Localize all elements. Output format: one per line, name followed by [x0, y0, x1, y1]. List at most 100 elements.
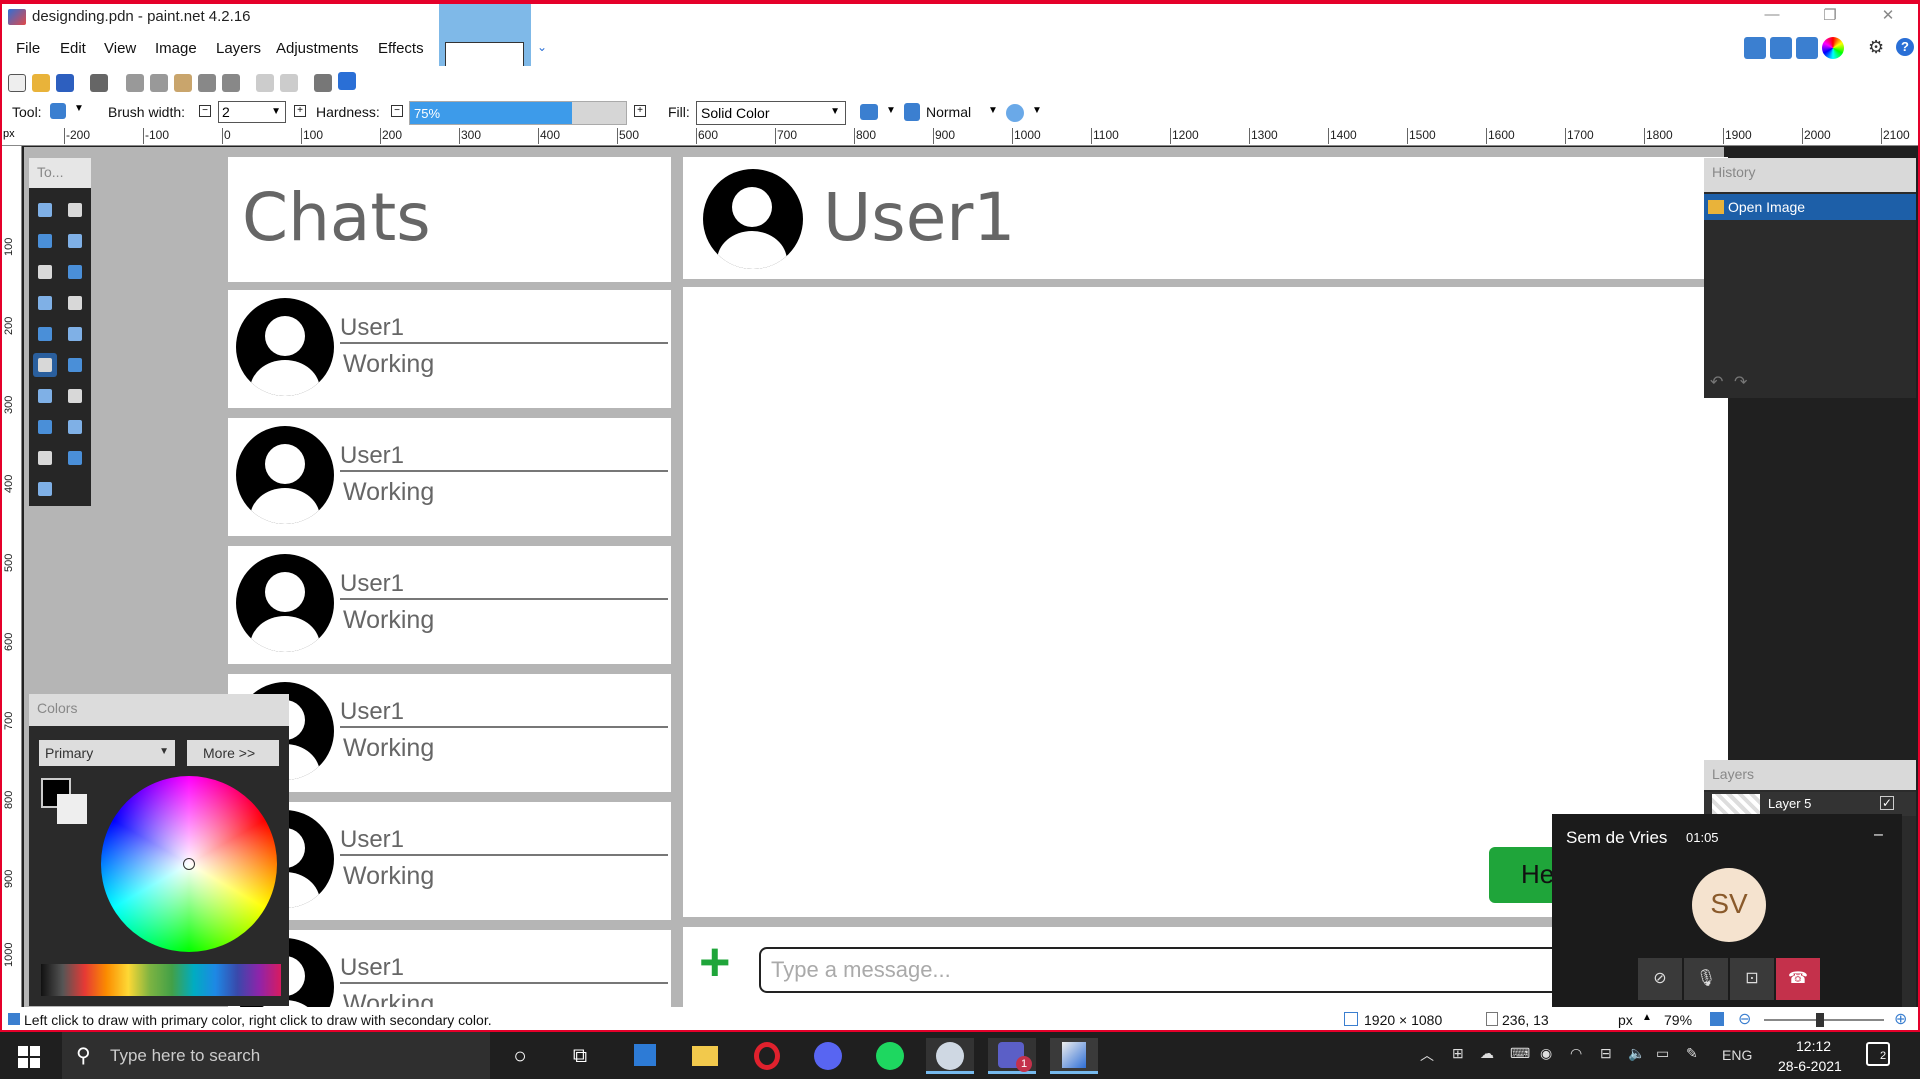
shapes-icon[interactable]	[33, 477, 57, 501]
eraser-icon[interactable]	[63, 353, 87, 377]
chat-list-item[interactable]: User1 Working	[228, 290, 671, 408]
zoom-out-icon[interactable]: ⊖	[1738, 1009, 1751, 1029]
crop-icon[interactable]	[198, 74, 216, 92]
zoom-in-icon[interactable]: ⊕	[1894, 1009, 1907, 1029]
copy-icon[interactable]	[150, 74, 168, 92]
menu-layers[interactable]: Layers	[216, 40, 261, 57]
discord-icon[interactable]	[804, 1038, 852, 1074]
clock-time[interactable]: 12:12	[1796, 1038, 1831, 1054]
menu-effects[interactable]: Effects	[378, 40, 424, 57]
paste-icon[interactable]	[174, 74, 192, 92]
spotify-icon[interactable]	[866, 1038, 914, 1074]
menu-view[interactable]: View	[104, 40, 136, 57]
blend-mode-value[interactable]: Normal	[926, 104, 971, 120]
chevron-down-icon[interactable]: ▼	[74, 103, 84, 114]
add-attachment-icon[interactable]: +	[699, 935, 731, 989]
end-call-button[interactable]: ☎	[1776, 958, 1820, 1000]
more-colors-button[interactable]: More >>	[187, 740, 279, 766]
onedrive-icon[interactable]: ☁	[1480, 1045, 1494, 1062]
line-curve-icon[interactable]	[63, 446, 87, 470]
chat-list-item[interactable]: User1 Working	[228, 674, 671, 792]
unit-select[interactable]: px	[1618, 1012, 1633, 1028]
history-undo-icon[interactable]: ↶	[1710, 372, 1723, 392]
cortana-icon[interactable]: ○	[496, 1038, 544, 1074]
menu-edit[interactable]: Edit	[60, 40, 86, 57]
paint-bucket-icon[interactable]	[33, 322, 57, 346]
history-toggle-icon[interactable]	[1770, 37, 1792, 59]
tray-app-icon[interactable]: ⊞	[1452, 1045, 1464, 1062]
minimize-button[interactable]: —	[1762, 6, 1782, 23]
paintnet-taskbar-icon[interactable]	[1050, 1038, 1098, 1074]
gradient-icon[interactable]	[63, 322, 87, 346]
pan-hand-icon[interactable]	[63, 291, 87, 315]
chevron-down-icon[interactable]: ▼	[159, 746, 169, 757]
palette-strip[interactable]	[41, 964, 281, 996]
start-windows-icon[interactable]	[18, 1046, 40, 1068]
grid-icon[interactable]	[314, 74, 332, 92]
battery-icon[interactable]: ▭	[1656, 1045, 1669, 1062]
clock-date[interactable]: 28-6-2021	[1778, 1058, 1842, 1074]
hardness-decrement-button[interactable]: −	[391, 105, 403, 117]
hardness-increment-button[interactable]: +	[634, 105, 646, 117]
chevron-up-icon[interactable]: ▲	[1642, 1012, 1652, 1023]
steam-icon[interactable]	[926, 1038, 974, 1074]
blend-mode-icon[interactable]	[904, 103, 920, 121]
color-wheel-marker[interactable]	[183, 858, 195, 870]
teams-icon[interactable]: 1	[988, 1038, 1036, 1074]
wifi-icon[interactable]: ◠	[1570, 1045, 1582, 1062]
chat-list-item[interactable]: User1 Working	[228, 546, 671, 664]
tools-toggle-icon[interactable]	[1744, 37, 1766, 59]
color-mode-select[interactable]: Primary ▼	[39, 740, 175, 766]
chevron-down-icon[interactable]: ▼	[886, 105, 896, 116]
fill-select[interactable]: Solid Color ▼	[696, 101, 846, 125]
help-icon[interactable]: ?	[1896, 38, 1914, 56]
chat-list-item[interactable]: User1 Working	[228, 802, 671, 920]
color-picker-icon[interactable]	[63, 384, 87, 408]
close-button[interactable]: ✕	[1878, 6, 1898, 24]
cut-icon[interactable]	[126, 74, 144, 92]
brush-width-input[interactable]: 2 ▼	[218, 101, 286, 123]
zoom-fit-icon[interactable]	[1710, 1012, 1724, 1026]
layer-visibility-checkbox[interactable]: ✓	[1880, 796, 1894, 810]
zoom-value[interactable]: 79%	[1664, 1012, 1692, 1028]
call-minimize-button[interactable]: –	[1874, 826, 1883, 844]
zoom-slider-thumb[interactable]	[1816, 1013, 1824, 1027]
ellipse-select-icon[interactable]	[33, 260, 57, 284]
history-item[interactable]: Open Image	[1704, 194, 1916, 220]
volume-icon[interactable]: 🔈	[1628, 1045, 1645, 1062]
chevron-down-icon[interactable]: ▼	[271, 106, 281, 117]
pen-icon[interactable]: ✎	[1686, 1045, 1698, 1062]
restore-button[interactable]: ❐	[1820, 6, 1840, 24]
magic-wand-icon[interactable]	[33, 291, 57, 315]
antialiasing-icon[interactable]	[860, 104, 878, 120]
lasso-select-icon[interactable]	[33, 229, 57, 253]
recolor-icon[interactable]	[63, 415, 87, 439]
colors-toggle-icon[interactable]	[1822, 37, 1844, 59]
taskbar-search-box[interactable]: ⚲ Type here to search	[62, 1032, 490, 1079]
history-redo-icon[interactable]: ↷	[1734, 372, 1747, 392]
secondary-swatch[interactable]	[57, 794, 87, 824]
network-icon[interactable]: ⊟	[1600, 1045, 1612, 1062]
task-view-icon[interactable]: ⧉	[556, 1038, 604, 1074]
brush-width-decrement-button[interactable]: −	[199, 105, 211, 117]
chevron-down-icon[interactable]: ▼	[988, 105, 998, 116]
brush-width-increment-button[interactable]: +	[294, 105, 306, 117]
settings-gear-icon[interactable]: ⚙	[1868, 37, 1884, 58]
share-screen-icon[interactable]: ⊡	[1730, 958, 1774, 1000]
chat-list-item[interactable]: User1 Working	[228, 418, 671, 536]
selection-mode-icon[interactable]	[1006, 104, 1024, 122]
new-file-icon[interactable]	[8, 74, 26, 92]
chevron-down-icon[interactable]: ▼	[1032, 105, 1042, 116]
hardness-slider[interactable]: 75%	[409, 101, 627, 125]
menu-image[interactable]: Image	[155, 40, 197, 57]
undo-icon[interactable]	[256, 74, 274, 92]
show-hidden-icons-icon[interactable]: ︿	[1420, 1045, 1434, 1065]
menu-adjustments[interactable]: Adjustments	[276, 40, 359, 57]
tray-keyboard-icon[interactable]: ⌨	[1510, 1045, 1530, 1062]
chevron-down-icon[interactable]: ▼	[830, 106, 840, 117]
layer-row[interactable]: Layer 5 ✓	[1704, 792, 1916, 816]
deselect-icon[interactable]	[222, 74, 240, 92]
camera-off-icon[interactable]: ⊘	[1638, 958, 1682, 1000]
notifications-icon[interactable]: 2	[1866, 1042, 1890, 1066]
microphone-icon[interactable]: 🎙	[1684, 958, 1728, 1000]
